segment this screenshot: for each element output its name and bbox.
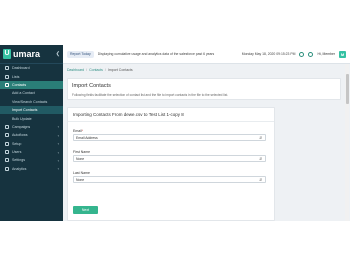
- sidebar-item-setup[interactable]: Setup ‹: [0, 140, 63, 148]
- chevron-left-icon: ‹: [57, 157, 59, 163]
- chevron-left-icon[interactable]: ❮: [56, 51, 60, 57]
- avatar[interactable]: M: [339, 50, 346, 58]
- sidebar-item-settings[interactable]: Settings ‹: [0, 156, 63, 164]
- sidebar-item-users[interactable]: Users ‹: [0, 148, 63, 156]
- brand[interactable]: U umara ❮: [0, 45, 63, 64]
- report-today-button[interactable]: Report Today: [67, 50, 94, 58]
- page-description: Following fields facilitate the selectio…: [72, 93, 229, 97]
- users-icon: [5, 150, 9, 155]
- page-header-card: Import Contacts Following fields facilit…: [67, 78, 341, 100]
- sidebar-item-autoflows[interactable]: Autoflows ‹: [0, 131, 63, 139]
- first-name-label: First Name: [73, 150, 91, 154]
- field-mapping-form: Importing Contacts From dewe.csv to Test…: [67, 107, 275, 221]
- email-label: Email*: [73, 129, 84, 133]
- chevron-left-icon: ‹: [57, 149, 59, 155]
- dashboard-icon: [5, 66, 9, 71]
- form-title: Importing Contacts From dewe.csv to Test…: [68, 108, 274, 122]
- required-marker: *: [81, 129, 84, 133]
- notification-icon[interactable]: [308, 51, 314, 57]
- topbar: Report Today Displaying cumulative usage…: [63, 45, 350, 64]
- email-field-group: Email* Email Address ⇵: [73, 129, 266, 141]
- sidebar-nav: Dashboard Lists Contacts Add a Contact V…: [0, 64, 63, 173]
- sidebar: U umara ❮ Dashboard Lists Contacts Add a…: [0, 45, 63, 221]
- sidebar-item-bulk-update[interactable]: Bulk Update: [0, 114, 63, 122]
- chevron-left-icon: ‹: [57, 166, 59, 172]
- sidebar-item-contacts[interactable]: Contacts: [0, 80, 63, 90]
- chevron-left-icon: ‹: [57, 124, 59, 130]
- page-scrollbar[interactable]: [345, 64, 349, 221]
- brand-logo-icon: U: [3, 49, 11, 59]
- sidebar-item-lists[interactable]: Lists: [0, 72, 63, 80]
- sidebar-item-import-contacts[interactable]: Import Contacts: [0, 105, 63, 115]
- gear-icon: [5, 158, 9, 163]
- help-icon[interactable]: [299, 51, 305, 57]
- list-icon: [5, 74, 9, 79]
- breadcrumb-contacts[interactable]: Contacts: [89, 68, 103, 72]
- current-datetime: Monday May 18, 2020 09:15:23 PM: [241, 52, 296, 56]
- user-greeting[interactable]: Hi, Member: [317, 52, 335, 56]
- sidebar-item-campaigns[interactable]: Campaigns ‹: [0, 123, 63, 131]
- app-window: U umara ❮ Dashboard Lists Contacts Add a…: [0, 45, 350, 221]
- campaign-icon: [5, 124, 9, 129]
- autoflow-icon: [5, 133, 9, 138]
- select-arrows-icon: ⇵: [259, 136, 262, 140]
- select-arrows-icon: ⇵: [259, 157, 262, 161]
- sidebar-item-analytics[interactable]: Analytics ‹: [0, 165, 63, 173]
- sidebar-item-dashboard[interactable]: Dashboard: [0, 64, 63, 72]
- sidebar-item-add-contact[interactable]: Add a Contact: [0, 89, 63, 97]
- first-name-field-group: First Name None ⇵: [73, 150, 266, 162]
- email-mapping-select[interactable]: Email Address ⇵: [73, 134, 266, 141]
- setup-icon: [5, 141, 9, 146]
- select-arrows-icon: ⇵: [259, 178, 262, 182]
- breadcrumb-dashboard[interactable]: Dashboard: [67, 68, 84, 72]
- breadcrumb: Dashboard / Contacts / Import Contacts: [67, 68, 133, 72]
- breadcrumb-separator: /: [104, 68, 106, 72]
- contacts-icon: [5, 82, 9, 87]
- usage-message: Displaying cumulative usage and analytic…: [97, 52, 215, 56]
- scrollbar-thumb[interactable]: [345, 74, 349, 104]
- chevron-left-icon: ‹: [57, 141, 59, 147]
- last-name-mapping-select[interactable]: None ⇵: [73, 176, 266, 183]
- chevron-left-icon: ‹: [57, 132, 59, 138]
- breadcrumb-current: Import Contacts: [107, 68, 133, 72]
- page-title: Import Contacts: [72, 83, 111, 89]
- first-name-mapping-select[interactable]: None ⇵: [73, 155, 266, 162]
- brand-name: umara: [13, 49, 41, 59]
- next-button[interactable]: Next: [73, 206, 98, 214]
- sidebar-item-view-search-contacts[interactable]: View/Search Contacts: [0, 98, 63, 106]
- analytics-icon: [5, 166, 9, 171]
- last-name-label: Last Name: [73, 171, 90, 175]
- breadcrumb-separator: /: [86, 68, 88, 72]
- last-name-field-group: Last Name None ⇵: [73, 171, 266, 183]
